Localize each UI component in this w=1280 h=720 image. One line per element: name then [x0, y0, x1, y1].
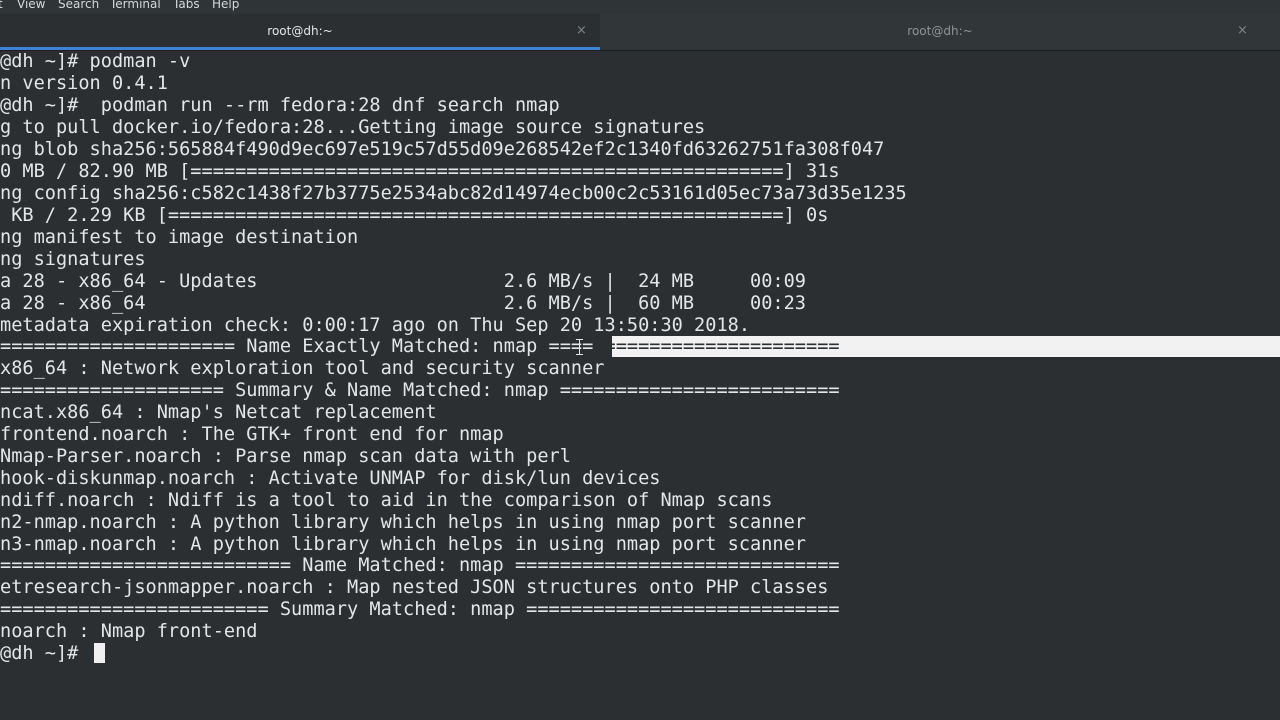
terminal-line: ng signatures [0, 249, 146, 270]
terminal-line: noarch : Nmap front-end [0, 621, 258, 642]
terminal-line: x86_64 : Network exploration tool and se… [0, 358, 605, 379]
terminal-line: ng blob sha256:565884f490d9ec697e519c57d… [0, 139, 885, 160]
terminal-line: frontend.noarch : The GTK+ front end for… [0, 424, 504, 445]
terminal-line: n2-nmap.noarch : A python library which … [0, 512, 806, 533]
terminal-line: @dh ~]# podman run --rm fedora:28 dnf se… [0, 95, 560, 116]
menu-bar: t View Search Terminal Tabs Help [0, 0, 1280, 14]
terminal-line-selected: ===================== Name Exactly Match… [0, 336, 840, 358]
terminal-line: ndiff.noarch : Ndiff is a tool to aid in… [0, 490, 773, 511]
tab-root-inactive[interactable]: root@dh:~ × [600, 14, 1280, 50]
ibeam-cursor-icon [575, 339, 584, 355]
terminal-line: KB / 2.29 KB [==========================… [0, 205, 829, 226]
menu-item-terminal[interactable]: Terminal [110, 0, 161, 12]
terminal-line: @dh ~]# podman -v [0, 51, 191, 72]
shell-prompt: @dh ~]# [0, 643, 90, 664]
terminal-line: 0 MB / 82.90 MB [=======================… [0, 161, 840, 182]
terminal-line: ==================== Summary & Name Matc… [0, 380, 840, 401]
terminal-line: Nmap-Parser.noarch : Parse nmap scan dat… [0, 446, 571, 467]
terminal-line: n version 0.4.1 [0, 73, 168, 94]
terminal-line: ======================== Summary Matched… [0, 599, 840, 620]
terminal-line: n3-nmap.noarch : A python library which … [0, 534, 806, 555]
terminal-output[interactable]: @dh ~]# podman -v n version 0.4.1 @dh ~]… [0, 51, 1280, 720]
menu-item-search[interactable]: Search [58, 0, 99, 12]
close-icon[interactable]: × [576, 23, 587, 38]
terminal-line: a 28 - x86_64 2.6 MB/s | 60 MB 00:23 [0, 293, 806, 314]
selected-text: ====================== [593, 336, 840, 357]
close-icon[interactable]: × [1237, 23, 1248, 38]
terminal-line: ========================== Name Matched:… [0, 555, 840, 576]
menu-item-view[interactable]: View [17, 0, 45, 12]
terminal-line: metadata expiration check: 0:00:17 ago o… [0, 315, 751, 336]
tab-bar: root@dh:~ × root@dh:~ × [0, 14, 1280, 51]
menu-item-help[interactable]: Help [212, 0, 239, 12]
menu-item-tabs[interactable]: Tabs [173, 0, 200, 12]
terminal-line: hook-diskunmap.noarch : Activate UNMAP f… [0, 468, 661, 489]
terminal-line: ncat.x86_64 : Nmap's Netcat replacement [0, 402, 437, 423]
tab-title: root@dh:~ [267, 24, 333, 38]
menu-item-edit[interactable]: t [0, 0, 3, 12]
terminal-line: g to pull docker.io/fedora:28...Getting … [0, 117, 706, 138]
terminal-line: a 28 - x86_64 - Updates 2.6 MB/s | 24 MB… [0, 271, 806, 292]
terminal-line: etresearch-jsonmapper.noarch : Map neste… [0, 577, 829, 598]
terminal-line: ng config sha256:c582c1438f27b3775e2534a… [0, 183, 907, 204]
terminal-prompt-line[interactable]: @dh ~]# [0, 643, 105, 665]
tab-root-active[interactable]: root@dh:~ × [0, 14, 600, 50]
text-cursor [93, 643, 105, 663]
terminal-line: ng manifest to image destination [0, 227, 359, 248]
tab-title: root@dh:~ [907, 24, 973, 38]
unselected-text: ===================== Name Exactly Match… [0, 336, 594, 357]
